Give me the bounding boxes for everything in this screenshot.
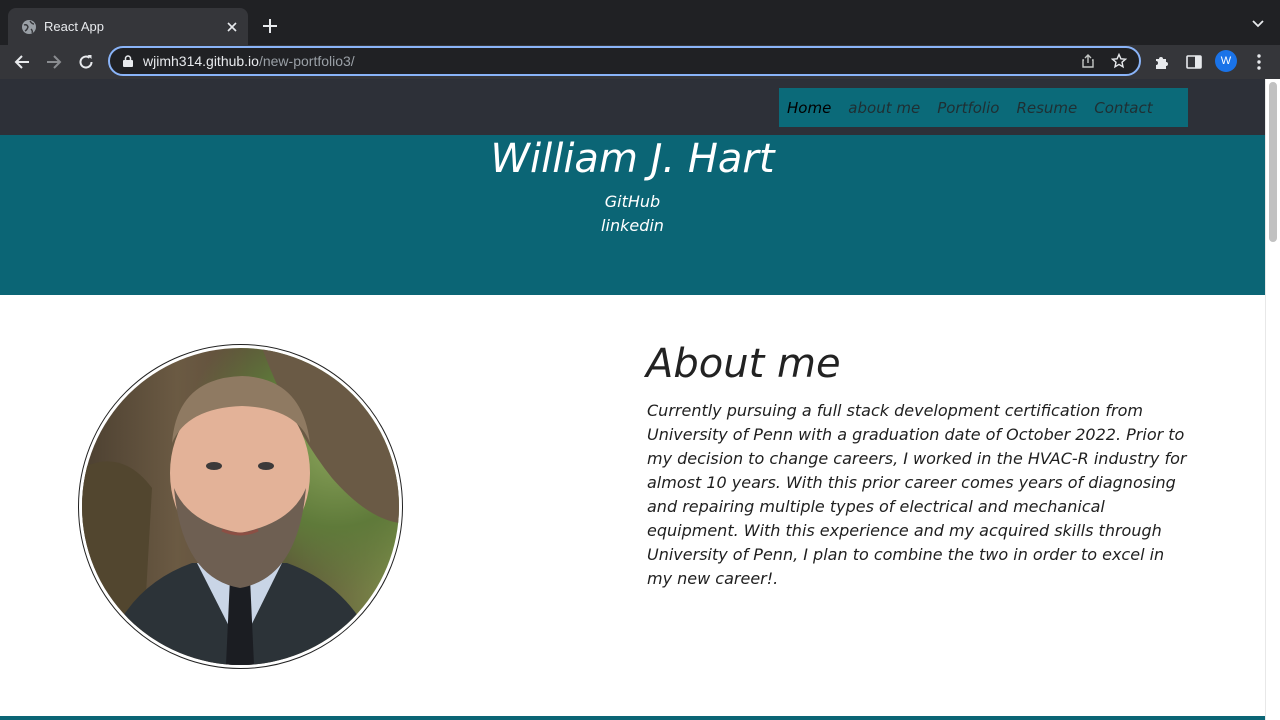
linkedin-link[interactable]: linkedin <box>0 216 1265 235</box>
extensions-icon[interactable] <box>1150 50 1174 74</box>
new-tab-button[interactable] <box>258 14 282 38</box>
share-icon[interactable] <box>1077 50 1099 72</box>
scroll-thumb[interactable] <box>1269 82 1277 242</box>
forward-button[interactable] <box>40 48 68 76</box>
hero-banner: William J. Hart GitHub linkedin <box>0 135 1265 295</box>
profile-photo <box>82 348 399 665</box>
tab-search-button[interactable] <box>1248 14 1268 34</box>
kebab-menu-icon[interactable] <box>1247 50 1271 74</box>
reload-button[interactable] <box>72 48 100 76</box>
browser-tab[interactable]: React App <box>8 8 248 45</box>
about-line: Currently pursuing a full stack developm… <box>647 401 1143 420</box>
page-viewport: Home about me Portfolio Resume Contact W… <box>0 79 1265 720</box>
nav-resume[interactable]: Resume <box>1016 99 1077 117</box>
close-icon[interactable] <box>222 17 242 37</box>
profile-photo-frame <box>78 344 403 669</box>
page-scrollbar[interactable] <box>1265 79 1280 720</box>
about-line: almost 10 years. With this prior career … <box>647 473 1176 492</box>
about-line: and repairing multiple types of electric… <box>647 497 1105 516</box>
url-path: /new-portfolio3/ <box>258 53 355 69</box>
arrow-right-icon <box>47 55 62 69</box>
next-section-edge <box>0 716 1265 720</box>
plus-icon <box>263 19 277 33</box>
side-panel-icon[interactable] <box>1182 50 1206 74</box>
address-bar[interactable]: wjimh314.github.io/new-portfolio3/ <box>108 46 1141 76</box>
about-line: University of Penn with a graduation dat… <box>647 425 1185 444</box>
hero-name: William J. Hart <box>490 136 775 182</box>
chevron-down-icon <box>1252 20 1264 28</box>
globe-icon <box>21 19 37 35</box>
browser-toolbar: wjimh314.github.io/new-portfolio3/ W <box>0 45 1280 79</box>
about-line: equipment. With this experience and my a… <box>647 521 1162 540</box>
url-text: wjimh314.github.io/new-portfolio3/ <box>143 53 1077 69</box>
arrow-left-icon <box>14 55 29 69</box>
lock-icon[interactable] <box>121 54 135 68</box>
about-paragraph: Currently pursuing a full stack developm… <box>647 399 1192 591</box>
bookmark-star-icon[interactable] <box>1108 50 1130 72</box>
nav-contact[interactable]: Contact <box>1094 99 1152 117</box>
about-line: my decision to change careers, I worked … <box>647 449 1187 468</box>
nav-about-me[interactable]: about me <box>848 99 920 117</box>
about-line: University of Penn, I plan to combine th… <box>647 545 1165 564</box>
site-navbar: Home about me Portfolio Resume Contact <box>0 79 1265 135</box>
nav-portfolio[interactable]: Portfolio <box>937 99 999 117</box>
url-host: wjimh314.github.io <box>143 53 259 69</box>
browser-tab-strip: React App <box>0 0 1280 45</box>
nav-home[interactable]: Home <box>787 99 831 117</box>
github-link[interactable]: GitHub <box>0 192 1265 211</box>
nav-links: Home about me Portfolio Resume Contact <box>779 88 1188 127</box>
profile-avatar[interactable]: W <box>1215 50 1237 72</box>
tab-title: React App <box>44 19 104 34</box>
about-line: my new career!. <box>647 569 779 588</box>
back-button[interactable] <box>8 48 36 76</box>
about-heading: About me <box>646 341 841 387</box>
reload-icon <box>79 55 93 69</box>
